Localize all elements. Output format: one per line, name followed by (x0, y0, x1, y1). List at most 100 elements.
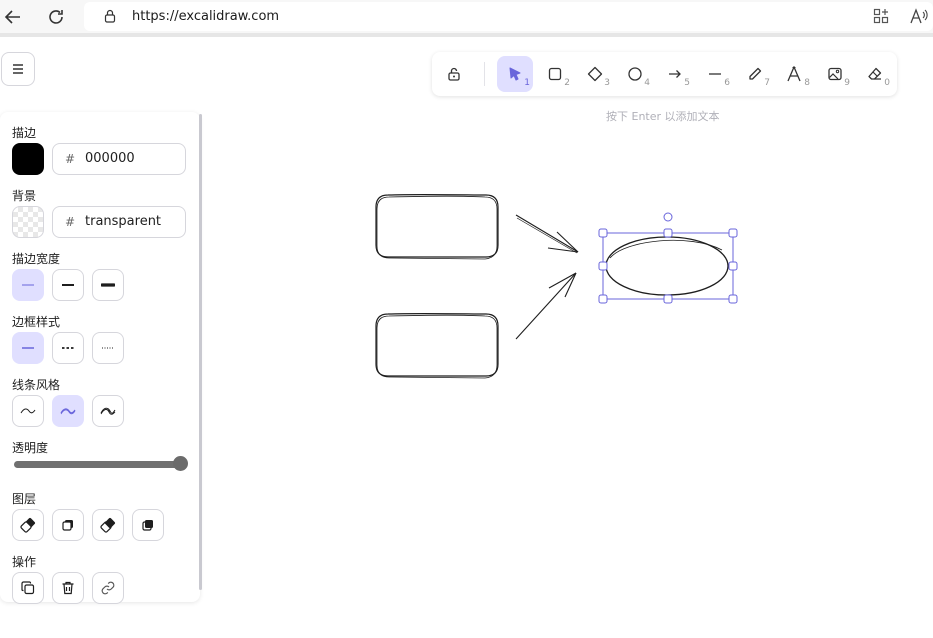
duplicate-button[interactable] (12, 572, 44, 604)
shortcut-key: 0 (884, 78, 890, 88)
background-color-input[interactable]: # transparent (52, 206, 186, 238)
link-button[interactable] (92, 572, 124, 604)
circle-icon (628, 67, 642, 81)
hash-prefix: # (65, 215, 76, 229)
shortcut-key: 8 (804, 78, 810, 88)
arrow-tool-button[interactable]: 5 (657, 56, 693, 92)
hash-prefix: # (65, 152, 76, 166)
extra-bold-line-icon (101, 283, 115, 287)
stroke-width-thin-button[interactable] (12, 269, 44, 301)
sloppiness-artist-button[interactable] (52, 395, 84, 427)
text-icon (787, 66, 801, 82)
lock-icon[interactable] (97, 3, 123, 29)
image-icon (828, 67, 842, 81)
shortcut-key: 7 (764, 78, 770, 88)
url-text: https://excalidraw.com (132, 9, 280, 24)
bring-forward-button[interactable] (92, 509, 124, 541)
line-icon (709, 73, 721, 75)
trash-icon (62, 581, 74, 595)
toolbar-divider (484, 62, 485, 86)
lock-tool-button[interactable] (436, 56, 472, 92)
selection-box[interactable] (602, 221, 734, 300)
add-tab-icon[interactable] (868, 3, 894, 29)
shortcut-key: 5 (684, 78, 690, 88)
enter-hint: 按下 Enter 以添加文本 (606, 110, 720, 123)
rectangle-shape-top[interactable] (375, 193, 499, 260)
shortcut-key: 4 (644, 78, 650, 88)
stroke-width-label: 描边宽度 (12, 252, 61, 266)
background-color-swatch[interactable] (12, 206, 44, 238)
diamond-tool-button[interactable]: 3 (577, 56, 613, 92)
opacity-slider-track[interactable] (14, 461, 186, 468)
sloppiness-cartoonist-button[interactable] (92, 395, 124, 427)
text-tool-button[interactable]: 8 (777, 56, 813, 92)
cartoonist-curve-icon (100, 407, 116, 415)
architect-curve-icon (20, 408, 36, 414)
bring-to-front-button[interactable] (132, 509, 164, 541)
sloppiness-architect-button[interactable] (12, 395, 44, 427)
reload-icon[interactable] (43, 4, 69, 30)
selection-handles[interactable] (598, 212, 738, 304)
send-backward-icon (62, 520, 73, 531)
layers-label: 图层 (12, 492, 37, 506)
thin-line-icon (22, 284, 34, 286)
browser-bar: https://excalidraw.com (0, 0, 933, 37)
shapes-toolbar: 1 2 3 4 5 6 7 8 9 0 (432, 52, 897, 96)
image-tool-button[interactable]: 9 (817, 56, 853, 92)
dotted-line-icon (102, 347, 114, 349)
stroke-color-value[interactable]: 000000 (85, 151, 135, 166)
bold-line-icon (62, 284, 74, 286)
background-color-value[interactable]: transparent (85, 214, 161, 229)
rectangle-tool-button[interactable]: 2 (537, 56, 573, 92)
square-icon (548, 67, 562, 81)
panel-scrollbar[interactable] (199, 114, 202, 590)
link-icon (101, 581, 115, 595)
arrow-shape-upper[interactable] (515, 214, 579, 254)
bring-to-front-icon (142, 520, 153, 531)
send-to-back-button[interactable] (12, 509, 44, 541)
rectangle-shape-bottom[interactable] (375, 312, 499, 379)
delete-button[interactable] (52, 572, 84, 604)
dashed-line-icon (62, 347, 74, 349)
stroke-style-dotted-button[interactable] (92, 332, 124, 364)
properties-panel: 描边 # 000000 背景 # transparent 描边宽度 边框样式 线… (0, 112, 202, 604)
hamburger-icon (13, 64, 23, 74)
sloppiness-label: 线条风格 (12, 378, 61, 392)
send-to-back-icon (20, 517, 36, 533)
shortcut-key: 3 (604, 78, 610, 88)
shortcut-key: 9 (844, 78, 850, 88)
back-arrow-icon[interactable] (0, 4, 26, 30)
main-menu-button[interactable] (1, 52, 35, 86)
read-aloud-icon[interactable] (906, 3, 932, 29)
stroke-style-solid-button[interactable] (12, 332, 44, 364)
draw-tool-button[interactable]: 7 (737, 56, 773, 92)
shortcut-key: 6 (724, 78, 730, 88)
unlock-icon (448, 67, 460, 81)
solid-line-icon (22, 347, 34, 349)
selection-tool-button[interactable]: 1 (497, 56, 533, 92)
actions-label: 操作 (12, 555, 37, 569)
line-tool-button[interactable]: 6 (697, 56, 733, 92)
bring-forward-icon (100, 517, 116, 533)
ellipse-tool-button[interactable]: 4 (617, 56, 653, 92)
ellipse-shape[interactable] (605, 236, 729, 296)
pointer-icon (509, 67, 521, 81)
send-backward-button[interactable] (52, 509, 84, 541)
artist-curve-icon (60, 408, 76, 415)
arrow-icon (669, 70, 681, 78)
stroke-width-bold-button[interactable] (52, 269, 84, 301)
duplicate-icon (21, 581, 35, 595)
stroke-style-dashed-button[interactable] (52, 332, 84, 364)
opacity-label: 透明度 (12, 441, 49, 455)
eraser-icon (868, 67, 882, 80)
stroke-color-swatch[interactable] (12, 143, 44, 175)
pencil-icon (749, 67, 762, 80)
shortcut-key: 1 (524, 78, 530, 88)
arrow-shape-lower[interactable] (515, 272, 577, 340)
stroke-width-extra-bold-button[interactable] (92, 269, 124, 301)
opacity-slider-thumb[interactable] (173, 456, 188, 471)
stroke-color-input[interactable]: # 000000 (52, 143, 186, 175)
stroke-style-label: 边框样式 (12, 315, 61, 329)
shortcut-key: 2 (564, 78, 570, 88)
eraser-tool-button[interactable]: 0 (857, 56, 893, 92)
